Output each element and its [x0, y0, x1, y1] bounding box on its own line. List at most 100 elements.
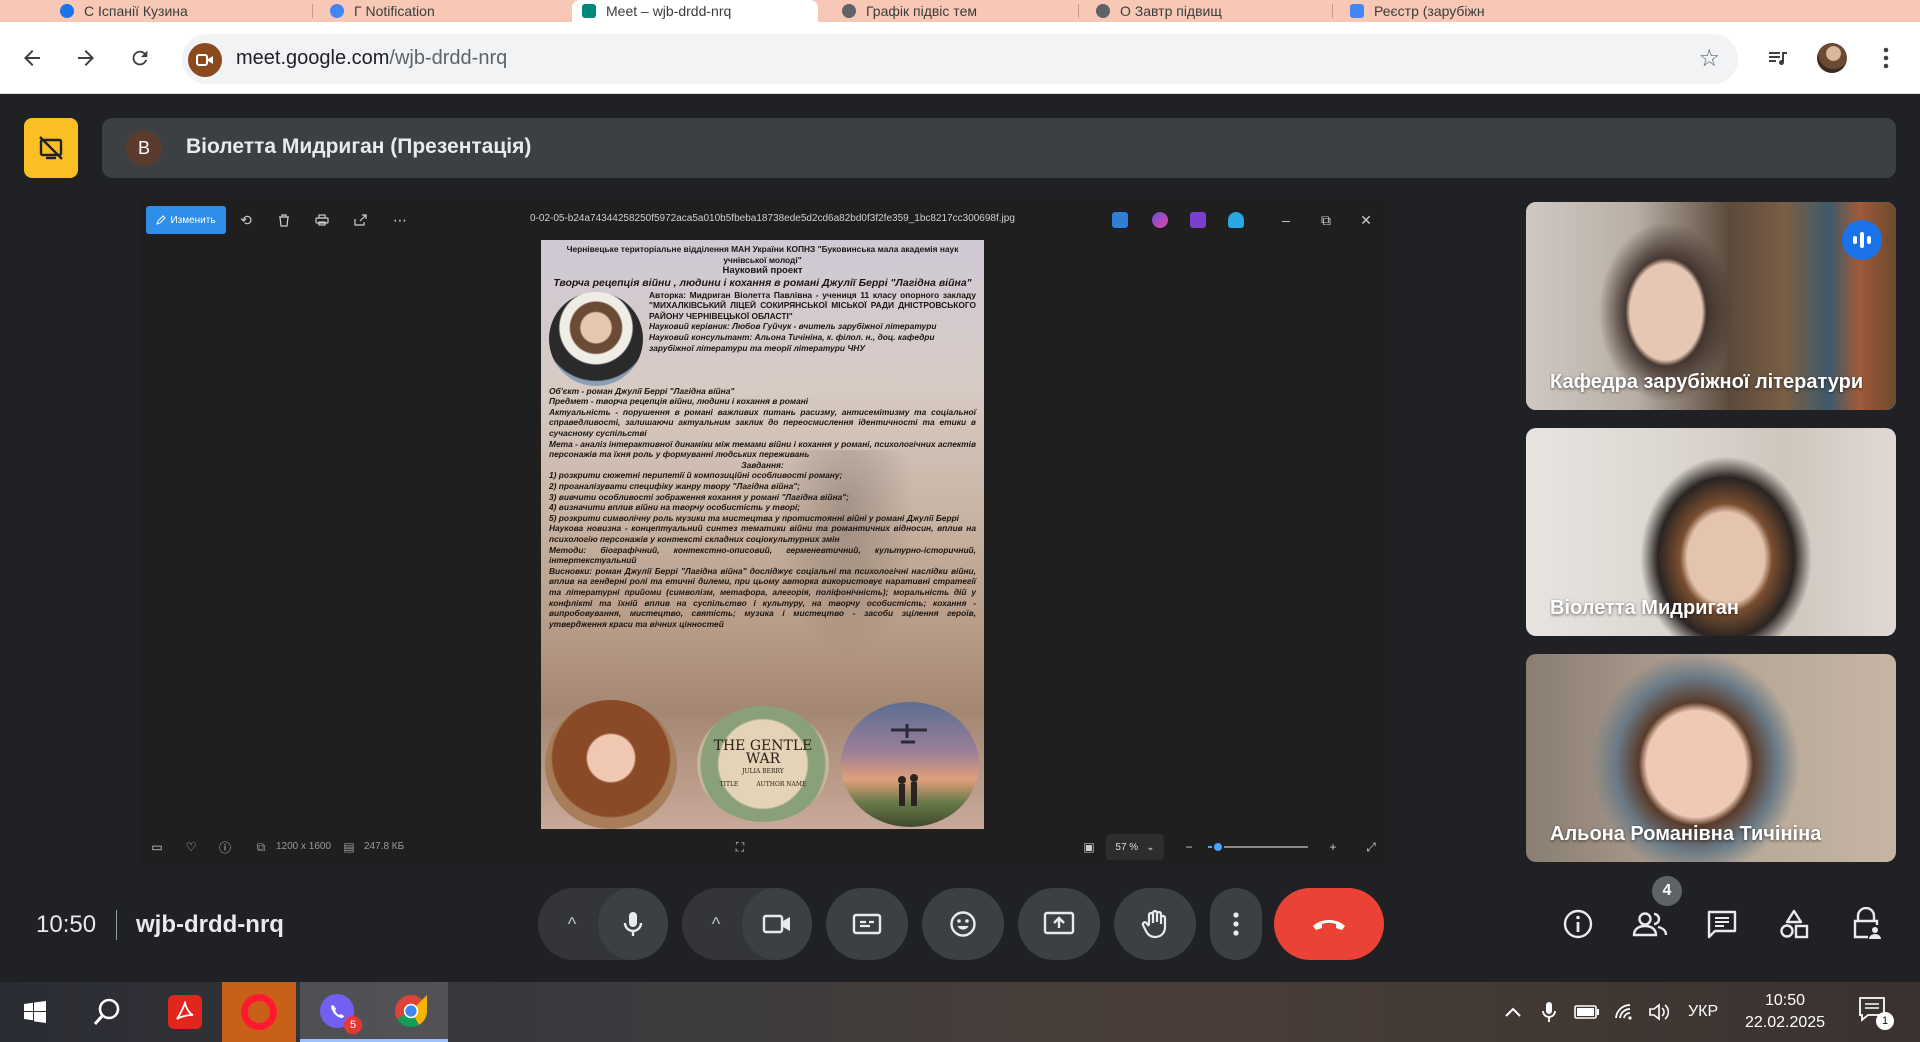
zoom-in-icon[interactable]: + — [1324, 838, 1342, 856]
poster-image: Чернівецьке територіальне відділення МАН… — [541, 240, 984, 829]
zoom-slider-handle[interactable] — [1212, 841, 1224, 853]
tray-wifi-icon[interactable] — [1614, 998, 1636, 1026]
participant-tile-1[interactable]: Кафедра зарубіжної літератури — [1526, 202, 1896, 410]
reload-button[interactable] — [122, 40, 158, 76]
browser-menu-button[interactable] — [1868, 40, 1904, 76]
url-host: meet.google.com — [236, 47, 390, 69]
poster-task: 4) визначити вплив війни на творчу особи… — [549, 502, 801, 513]
taskbar-opera[interactable] — [222, 982, 296, 1042]
camera-button[interactable] — [742, 888, 812, 960]
tab-2[interactable]: Г Notification — [320, 0, 560, 22]
presentation-layout-button[interactable] — [24, 118, 78, 178]
host-controls-button[interactable] — [1846, 904, 1886, 944]
chat-button[interactable] — [1702, 904, 1742, 944]
meeting-details-button[interactable] — [1558, 904, 1598, 944]
tab-4[interactable]: Графік підвіс тем — [832, 0, 1072, 22]
actual-size-icon[interactable]: ▣ — [1080, 838, 1098, 856]
delete-icon[interactable] — [274, 210, 294, 230]
tab-6[interactable]: Реєстр (зарубіжн — [1340, 0, 1580, 22]
taskbar-viber[interactable]: 5 — [300, 982, 374, 1042]
rotate-icon[interactable]: ⟲ — [236, 210, 256, 230]
bookmark-star-icon[interactable]: ☆ — [1698, 44, 1720, 73]
poster-methods: Методи: біографічний, контекстно-описови… — [549, 544, 976, 566]
tray-microphone-icon[interactable] — [1542, 998, 1556, 1026]
present-screen-button[interactable] — [1018, 888, 1100, 960]
tray-language[interactable]: УКР — [1688, 998, 1718, 1026]
forward-button[interactable] — [68, 40, 104, 76]
fit-to-window-icon[interactable]: ⛶ — [731, 838, 749, 856]
participant-tile-2[interactable]: Віолетта Мидриган — [1526, 428, 1896, 636]
tab-1[interactable]: С Іспанії Кузина — [50, 0, 300, 22]
filmstrip-icon[interactable]: ▭ — [148, 838, 166, 856]
raise-hand-button[interactable] — [1114, 888, 1196, 960]
tab-label: Реєстр (зарубіжн — [1374, 3, 1485, 19]
edit-label: Изменить — [170, 214, 216, 226]
captions-button[interactable] — [826, 888, 908, 960]
zoom-slider[interactable] — [1208, 841, 1308, 853]
tab-favicon-icon — [60, 4, 74, 18]
more-vert-icon — [1233, 912, 1239, 936]
search-button[interactable] — [72, 982, 142, 1042]
video-settings-chevron-icon[interactable]: ^ — [704, 912, 728, 936]
book-tag-author: AUTHOR NAME — [756, 781, 807, 788]
tab-favicon-icon — [1096, 4, 1110, 18]
back-button[interactable] — [14, 40, 50, 76]
more-vert-icon — [1883, 47, 1889, 69]
favorite-heart-icon[interactable]: ♡ — [182, 838, 200, 856]
present-off-icon — [39, 136, 63, 160]
window-close-icon[interactable]: ✕ — [1354, 208, 1378, 232]
address-bar[interactable]: meet.google.com/wjb-drdd-nrq ☆ — [182, 34, 1738, 84]
more-horiz-icon[interactable]: ⋯ — [390, 210, 410, 230]
app-icon-copilot[interactable] — [1152, 212, 1168, 228]
taskbar-acrobat[interactable] — [148, 982, 222, 1042]
reactions-button[interactable] — [922, 888, 1004, 960]
tab-5[interactable]: О Завтр підвищ — [1086, 0, 1326, 22]
media-control-button[interactable] — [1760, 40, 1796, 76]
participant-name: Альона Романівна Тичініна — [1550, 823, 1822, 845]
tab-separator — [1078, 4, 1079, 18]
meeting-clock: 10:50 — [36, 911, 97, 938]
chevron-down-icon: ⌄ — [1146, 841, 1155, 853]
participant-tile-3[interactable]: Альона Романівна Тичініна — [1526, 654, 1896, 862]
notifications-button[interactable]: 1 — [1858, 996, 1894, 1030]
tab-meet-active[interactable]: Meet – wjb-drdd-nrq — [572, 0, 818, 22]
book-author: JULIA BERRY — [742, 768, 784, 775]
window-minimize-icon[interactable]: – — [1274, 208, 1298, 232]
playlist-music-icon — [1769, 52, 1787, 65]
people-icon — [1632, 912, 1668, 937]
viber-icon: 5 — [320, 993, 362, 1034]
book-cover-image: THE GENTLE WAR JULIA BERRY TITLE AUTHOR … — [697, 706, 829, 822]
audio-settings-chevron-icon[interactable]: ^ — [560, 912, 584, 936]
info-icon[interactable]: ⓘ — [216, 838, 234, 856]
share-icon[interactable] — [350, 210, 370, 230]
tray-clock[interactable]: 10:50 22.02.2025 — [1730, 990, 1840, 1034]
tab-label: О Завтр підвищ — [1120, 3, 1222, 19]
more-options-button[interactable] — [1210, 888, 1262, 960]
poster-consultant: Науковий консультант: Альона Тичініна, к… — [649, 332, 935, 353]
app-icon-photos[interactable] — [1112, 212, 1128, 228]
poster-images-row: THE GENTLE WAR JULIA BERRY TITLE AUTHOR … — [541, 700, 984, 829]
url-text: meet.google.com/wjb-drdd-nrq — [236, 47, 507, 70]
taskbar-chrome[interactable] — [374, 982, 448, 1042]
filesize-icon: ▤ — [343, 840, 355, 854]
microphone-button[interactable] — [598, 888, 668, 960]
tray-battery-icon[interactable] — [1574, 998, 1600, 1026]
tray-volume-icon[interactable] — [1648, 998, 1670, 1026]
app-icon-onedrive[interactable] — [1228, 212, 1244, 228]
people-button[interactable] — [1630, 904, 1670, 944]
zoom-out-icon[interactable]: − — [1180, 838, 1198, 856]
app-icon-clipchamp[interactable] — [1190, 212, 1206, 228]
search-icon — [93, 998, 120, 1025]
speaking-indicator-icon — [1842, 220, 1882, 260]
fullscreen-icon[interactable]: ⤢ — [1362, 838, 1380, 856]
start-button[interactable] — [0, 982, 70, 1042]
leave-call-button[interactable] — [1274, 888, 1384, 960]
print-icon[interactable] — [312, 210, 332, 230]
tray-overflow-chevron-icon[interactable] — [1504, 998, 1522, 1026]
profile-button[interactable] — [1814, 40, 1850, 76]
window-restore-icon[interactable]: ⧉ — [1314, 208, 1338, 232]
divider — [116, 910, 117, 940]
viewer-edit-button[interactable]: Изменить — [146, 206, 226, 234]
zoom-level-select[interactable]: 57 % ⌄ — [1106, 834, 1164, 860]
activities-button[interactable] — [1774, 904, 1814, 944]
